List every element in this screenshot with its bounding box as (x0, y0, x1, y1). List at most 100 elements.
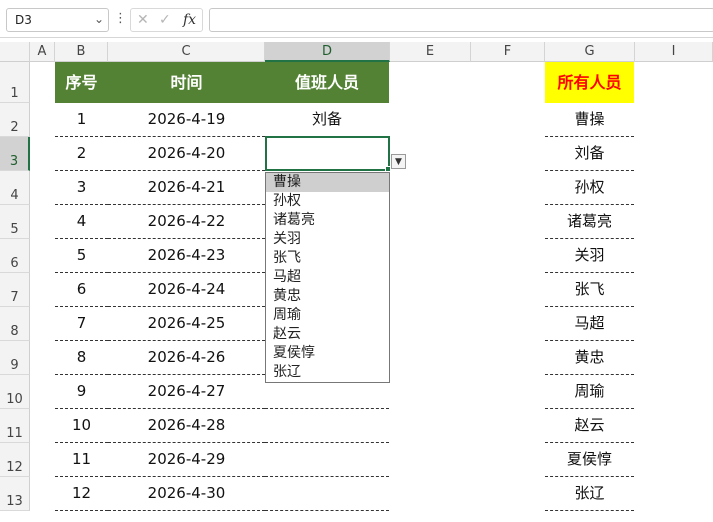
cell-all-people[interactable]: 黄忠 (545, 341, 634, 375)
formula-input[interactable] (209, 8, 713, 32)
row-number: 6 (10, 256, 19, 271)
row-header-5[interactable]: 5 (0, 205, 30, 239)
header-date: 时间 (108, 62, 265, 103)
row-header-1[interactable]: 1 (0, 62, 30, 103)
cell-seq[interactable]: 9 (55, 375, 108, 409)
row-header-7[interactable]: 7 (0, 273, 30, 307)
row-number: 4 (10, 188, 19, 203)
column-header-c[interactable]: C (108, 42, 265, 62)
dropdown-option[interactable]: 马超 (266, 268, 389, 287)
cancel-icon[interactable]: ✕ (137, 12, 149, 28)
column-header-i[interactable]: I (635, 42, 713, 62)
row-number: 5 (10, 222, 19, 237)
cell-all-people[interactable]: 诸葛亮 (545, 205, 634, 239)
cell-date[interactable]: 2026-4-24 (108, 273, 265, 307)
cell-all-people[interactable]: 孙权 (545, 171, 634, 205)
cell-date[interactable]: 2026-4-23 (108, 239, 265, 273)
cell-all-people[interactable]: 赵云 (545, 409, 634, 443)
cell-all-people[interactable]: 马超 (545, 307, 634, 341)
row-header-4[interactable]: 4 (0, 171, 30, 205)
cell-date[interactable]: 2026-4-30 (108, 477, 265, 511)
cell-date[interactable]: 2026-4-20 (108, 137, 265, 171)
cell-seq[interactable]: 3 (55, 171, 108, 205)
cell-date[interactable]: 2026-4-26 (108, 341, 265, 375)
cell-seq[interactable]: 6 (55, 273, 108, 307)
row-number: 7 (10, 290, 19, 305)
cell-seq[interactable]: 10 (55, 409, 108, 443)
dropdown-option[interactable]: 孙权 (266, 192, 389, 211)
row-number: 9 (10, 358, 19, 373)
cell-seq[interactable]: 1 (55, 103, 108, 137)
insert-function-icon[interactable]: fx (183, 12, 196, 28)
dropdown-option[interactable]: 夏侯惇 (266, 344, 389, 363)
row-header-9[interactable]: 9 (0, 341, 30, 375)
cell-seq[interactable]: 11 (55, 443, 108, 477)
column-header-d[interactable]: D (265, 42, 390, 62)
cell-date[interactable]: 2026-4-27 (108, 375, 265, 409)
name-box-value: D3 (15, 13, 32, 27)
row-number: 8 (10, 324, 19, 339)
cell-all-people[interactable]: 夏侯惇 (545, 443, 634, 477)
validation-dropdown-list[interactable]: 曹操 孙权 诸葛亮 关羽 张飞 马超 黄忠 周瑜 赵云 夏侯惇 张辽 (265, 172, 390, 383)
cell-seq[interactable]: 8 (55, 341, 108, 375)
row-header-13[interactable]: 13 (0, 477, 30, 511)
cell-all-people[interactable]: 刘备 (545, 137, 634, 171)
dropdown-option[interactable]: 周瑜 (266, 306, 389, 325)
column-header-g[interactable]: G (545, 42, 635, 62)
row-header-12[interactable]: 12 (0, 443, 30, 477)
cell-seq[interactable]: 4 (55, 205, 108, 239)
row-number: 11 (6, 426, 23, 441)
row-header-6[interactable]: 6 (0, 239, 30, 273)
formula-actions: ✕ ✓ fx (130, 8, 203, 32)
row-header-2[interactable]: 2 (0, 103, 30, 137)
cell-all-people[interactable]: 张辽 (545, 477, 634, 511)
row-header-10[interactable]: 10 (0, 375, 30, 409)
cell-seq[interactable]: 12 (55, 477, 108, 511)
cell-date[interactable]: 2026-4-21 (108, 171, 265, 205)
dropdown-option[interactable]: 曹操 (266, 173, 389, 192)
cell-duty[interactable]: 刘备 (265, 103, 389, 137)
header-all-people: 所有人员 (545, 62, 634, 103)
select-all-corner[interactable] (0, 42, 30, 62)
cell-seq[interactable]: 5 (55, 239, 108, 273)
cell-seq[interactable]: 2 (55, 137, 108, 171)
confirm-icon[interactable]: ✓ (159, 12, 171, 28)
row-header-3[interactable]: 3 (0, 137, 30, 171)
dropdown-arrow-icon[interactable]: ▼ (391, 154, 406, 169)
cell-date[interactable]: 2026-4-29 (108, 443, 265, 477)
row-number: 10 (6, 392, 23, 407)
header-seq: 序号 (55, 62, 108, 103)
dropdown-option[interactable]: 黄忠 (266, 287, 389, 306)
cell-date[interactable]: 2026-4-22 (108, 205, 265, 239)
row-header-11[interactable]: 11 (0, 409, 30, 443)
row-header-8[interactable]: 8 (0, 307, 30, 341)
dropdown-option[interactable]: 张飞 (266, 249, 389, 268)
dropdown-option[interactable]: 关羽 (266, 230, 389, 249)
dropdown-option[interactable]: 赵云 (266, 325, 389, 344)
column-header-a[interactable]: A (30, 42, 55, 62)
column-header-f[interactable]: F (471, 42, 545, 62)
cell-all-people[interactable]: 曹操 (545, 103, 634, 137)
column-header-e[interactable]: E (390, 42, 471, 62)
cell-all-people[interactable]: 周瑜 (545, 375, 634, 409)
row-number: 2 (10, 120, 19, 135)
more-options-icon[interactable]: ⋮ (114, 11, 127, 27)
name-box[interactable]: D3 ⌄ (6, 8, 109, 32)
cell-all-people[interactable]: 关羽 (545, 239, 634, 273)
row-number: 1 (10, 86, 19, 101)
cell-date[interactable]: 2026-4-19 (108, 103, 265, 137)
cell-seq[interactable]: 7 (55, 307, 108, 341)
row-number: 3 (9, 154, 19, 169)
dropdown-option[interactable]: 诸葛亮 (266, 211, 389, 230)
dropdown-option[interactable]: 张辽 (266, 363, 389, 382)
cell-date[interactable]: 2026-4-25 (108, 307, 265, 341)
cell-all-people[interactable]: 张飞 (545, 273, 634, 307)
cell-date[interactable]: 2026-4-28 (108, 409, 265, 443)
column-header-b[interactable]: B (55, 42, 108, 62)
cell-duty[interactable] (265, 443, 389, 477)
active-cell-d3[interactable] (265, 136, 390, 171)
cell-duty[interactable] (265, 409, 389, 443)
cell-duty[interactable] (265, 477, 389, 511)
chevron-down-icon[interactable]: ⌄ (94, 12, 104, 26)
row-number: 12 (6, 460, 23, 475)
